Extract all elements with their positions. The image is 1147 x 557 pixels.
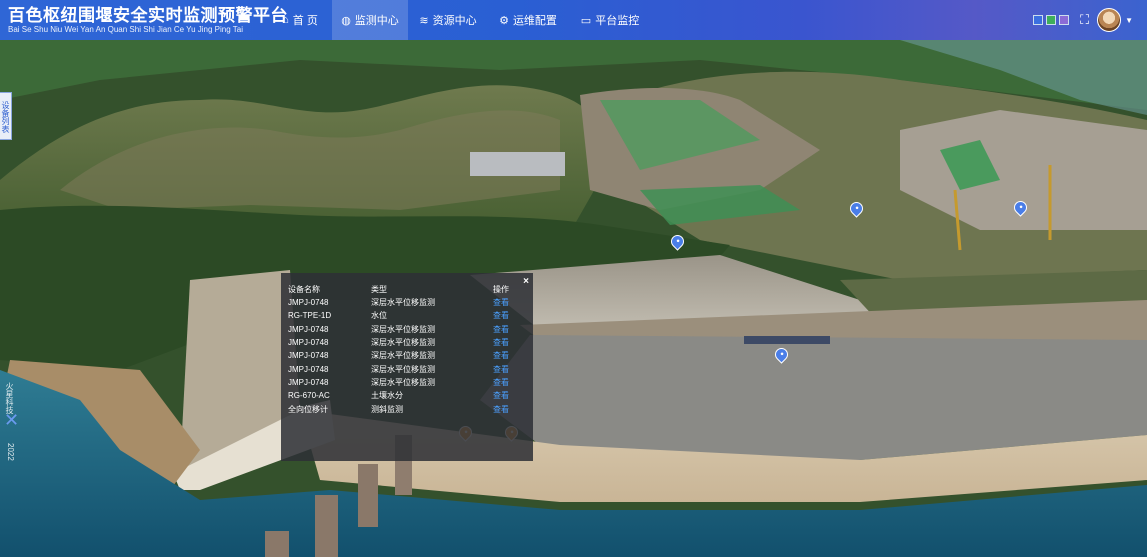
view-link[interactable]: 查看 — [493, 309, 523, 322]
table-row: JMPJ-0748 深层水平位移监测 查看 — [288, 376, 523, 389]
device-name: JMPJ-0748 — [288, 377, 329, 387]
table-row: RG-670-AC 土壤水分 查看 — [288, 389, 523, 402]
device-name: JMPJ-0748 — [288, 364, 329, 374]
app-subtitle: Bai Se Shu Niu Wei Yan An Quan Shi Shi J… — [8, 25, 243, 34]
app-title: 百色枢纽围堰安全实时监测预警平台 — [8, 6, 288, 25]
gear-icon: ⚙ — [499, 14, 509, 27]
pillar — [265, 531, 289, 557]
column-header-name: 设备名称 — [288, 285, 320, 294]
home-icon: ⌂ — [282, 14, 289, 26]
device-name: JMPJ-0748 — [288, 324, 329, 334]
device-type: 深层水平位移监测 — [371, 377, 435, 387]
device-name: 全向位移计 — [288, 404, 328, 414]
device-type: 深层水平位移监测 — [371, 364, 435, 374]
nav-resource-center-label: 资源中心 — [432, 15, 477, 27]
view-link[interactable]: 查看 — [493, 376, 523, 389]
watermark-date: 2022 — [6, 443, 15, 461]
map-marker[interactable]: ● — [847, 199, 866, 219]
device-table: 设备名称 类型 操作 JMPJ-0748 深层水平位移监测 查看 RG-TPE-… — [288, 283, 523, 416]
rock-embankment — [480, 335, 1147, 460]
device-type: 深层水平位移监测 — [371, 324, 435, 334]
theme-purple-swatch[interactable] — [1058, 15, 1069, 25]
device-type: 测斜监测 — [371, 404, 403, 414]
marker-icon: ● — [779, 351, 784, 358]
table-row: JMPJ-0748 深层水平位移监测 查看 — [288, 296, 523, 309]
concrete-slab — [470, 152, 565, 176]
device-name: RG-670-AC — [288, 391, 330, 401]
nav-ops-config-label: 运维配置 — [512, 15, 557, 27]
view-link[interactable]: 查看 — [493, 362, 523, 375]
view-link[interactable]: 查看 — [493, 323, 523, 336]
table-row: RG-TPE-1D 水位 查看 — [288, 309, 523, 322]
device-name: JMPJ-0748 — [288, 338, 329, 348]
nav-platform-monitor-label: 平台监控 — [595, 15, 640, 27]
layers-icon: ≋ — [419, 14, 429, 27]
column-header-type: 类型 — [371, 285, 387, 294]
nav-monitoring-center-label: 监测中心 — [354, 15, 399, 27]
pillar — [358, 464, 378, 527]
table-row: JMPJ-0748 深层水平位移监测 查看 — [288, 336, 523, 349]
marker-icon: ● — [1018, 204, 1023, 211]
view-link[interactable]: 查看 — [493, 402, 523, 415]
terrain-illustration — [0, 40, 1147, 557]
map-marker[interactable]: ● — [772, 345, 791, 365]
marker-icon: ● — [675, 238, 680, 245]
map-marker[interactable]: ● — [1011, 198, 1030, 218]
nav-platform-monitor[interactable]: ▭ 平台监控 — [568, 0, 652, 40]
top-header: 百色枢纽围堰安全实时监测预警平台 Bai Se Shu Niu Wei Yan … — [0, 0, 1147, 40]
close-icon[interactable]: × — [523, 276, 529, 287]
device-type: 深层水平位移监测 — [371, 351, 435, 361]
pillar — [315, 495, 338, 557]
device-type: 土壤水分 — [371, 391, 403, 401]
table-row: JMPJ-0748 深层水平位移监测 查看 — [288, 349, 523, 362]
monitor-icon: ▭ — [580, 14, 592, 27]
device-type: 深层水平位移监测 — [371, 298, 435, 308]
marker-icon: ● — [854, 205, 859, 212]
logo-icon: ✕ — [4, 410, 20, 430]
column-header-action: 操作 — [493, 285, 509, 294]
nav-home[interactable]: ⌂ 首 页 — [268, 0, 332, 40]
table-header-row: 设备名称 类型 操作 — [288, 283, 523, 296]
view-link[interactable]: 查看 — [493, 389, 523, 402]
table-row: JMPJ-0748 深层水平位移监测 查看 — [288, 362, 523, 375]
view-link[interactable]: 查看 — [493, 336, 523, 349]
main-nav: ⌂ 首 页 ◍ 监测中心 ≋ 资源中心 ⚙ 运维配置 ▭ 平台监控 — [268, 0, 652, 40]
view-link[interactable]: 查看 — [493, 296, 523, 309]
device-name: JMPJ-0748 — [288, 351, 329, 361]
device-popup: × 设备名称 类型 操作 JMPJ-0748 深层水平位移监测 查看 RG-TP… — [281, 273, 533, 461]
device-name: RG-TPE-1D — [288, 311, 332, 321]
theme-blue-swatch[interactable] — [1032, 15, 1043, 25]
table-row: 全向位移计 测斜监测 查看 — [288, 402, 523, 415]
globe-icon: ◍ — [341, 14, 351, 27]
avatar[interactable] — [1097, 8, 1122, 32]
nav-resource-center[interactable]: ≋ 资源中心 — [408, 0, 488, 40]
table-row: JMPJ-0748 深层水平位移监测 查看 — [288, 323, 523, 336]
device-type: 水位 — [371, 311, 387, 321]
brand: 百色枢纽围堰安全实时监测预警平台 Bai Se Shu Niu Wei Yan … — [8, 6, 288, 35]
map-marker[interactable]: ● — [668, 232, 687, 252]
header-tools: ⛶ ▼ — [1032, 0, 1133, 40]
device-list-tab[interactable]: 设备列表 — [0, 92, 12, 140]
nav-monitoring-center[interactable]: ◍ 监测中心 — [332, 0, 408, 40]
train — [744, 336, 830, 344]
nav-home-label: 首 页 — [292, 15, 318, 27]
chevron-down-icon[interactable]: ▼ — [1125, 16, 1133, 25]
map-3d-view[interactable]: ● ● ● ● ● ● 设备列表 火星科技 ✕ 2022 × 设备名称 类型 操… — [0, 40, 1147, 557]
device-type: 深层水平位移监测 — [371, 338, 435, 348]
nav-ops-config[interactable]: ⚙ 运维配置 — [488, 0, 568, 40]
view-link[interactable]: 查看 — [493, 349, 523, 362]
theme-green-swatch[interactable] — [1045, 15, 1056, 25]
device-name: JMPJ-0748 — [288, 298, 329, 308]
fullscreen-icon[interactable]: ⛶ — [1080, 12, 1089, 28]
